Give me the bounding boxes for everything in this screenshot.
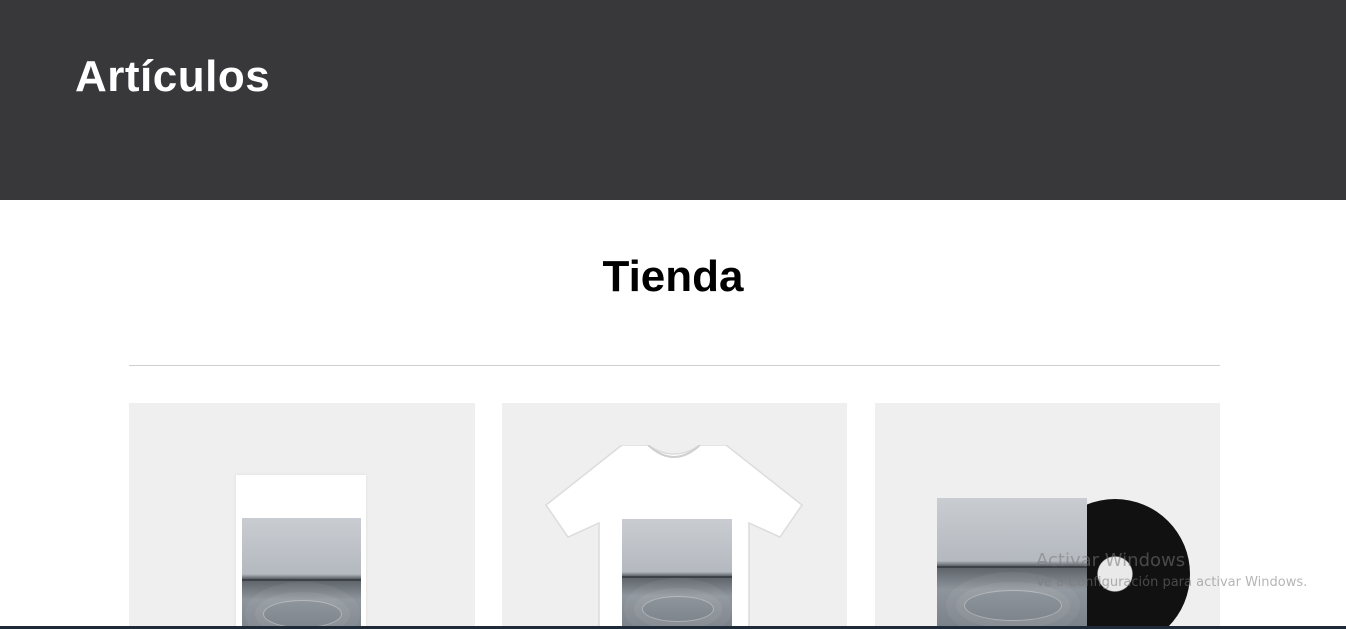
page-title: Artículos xyxy=(75,52,271,101)
product-card-vinyl[interactable] xyxy=(875,403,1220,629)
section-title: Tienda xyxy=(602,252,744,301)
watermark-title: Activar Windows xyxy=(1036,550,1186,571)
section-divider xyxy=(129,365,1220,366)
product-card-poster[interactable] xyxy=(129,403,475,629)
site-header: Artículos xyxy=(0,0,1346,200)
poster-image[interactable] xyxy=(236,475,366,629)
tshirt-artwork xyxy=(622,519,732,629)
product-grid xyxy=(129,403,1220,629)
product-card-tshirt[interactable] xyxy=(502,403,847,629)
windows-activation-watermark: Activar Windows Ve a Configuración para … xyxy=(1036,549,1307,593)
poster-artwork xyxy=(242,518,361,629)
watermark-subtitle: Ve a Configuración para activar Windows. xyxy=(1036,575,1308,590)
